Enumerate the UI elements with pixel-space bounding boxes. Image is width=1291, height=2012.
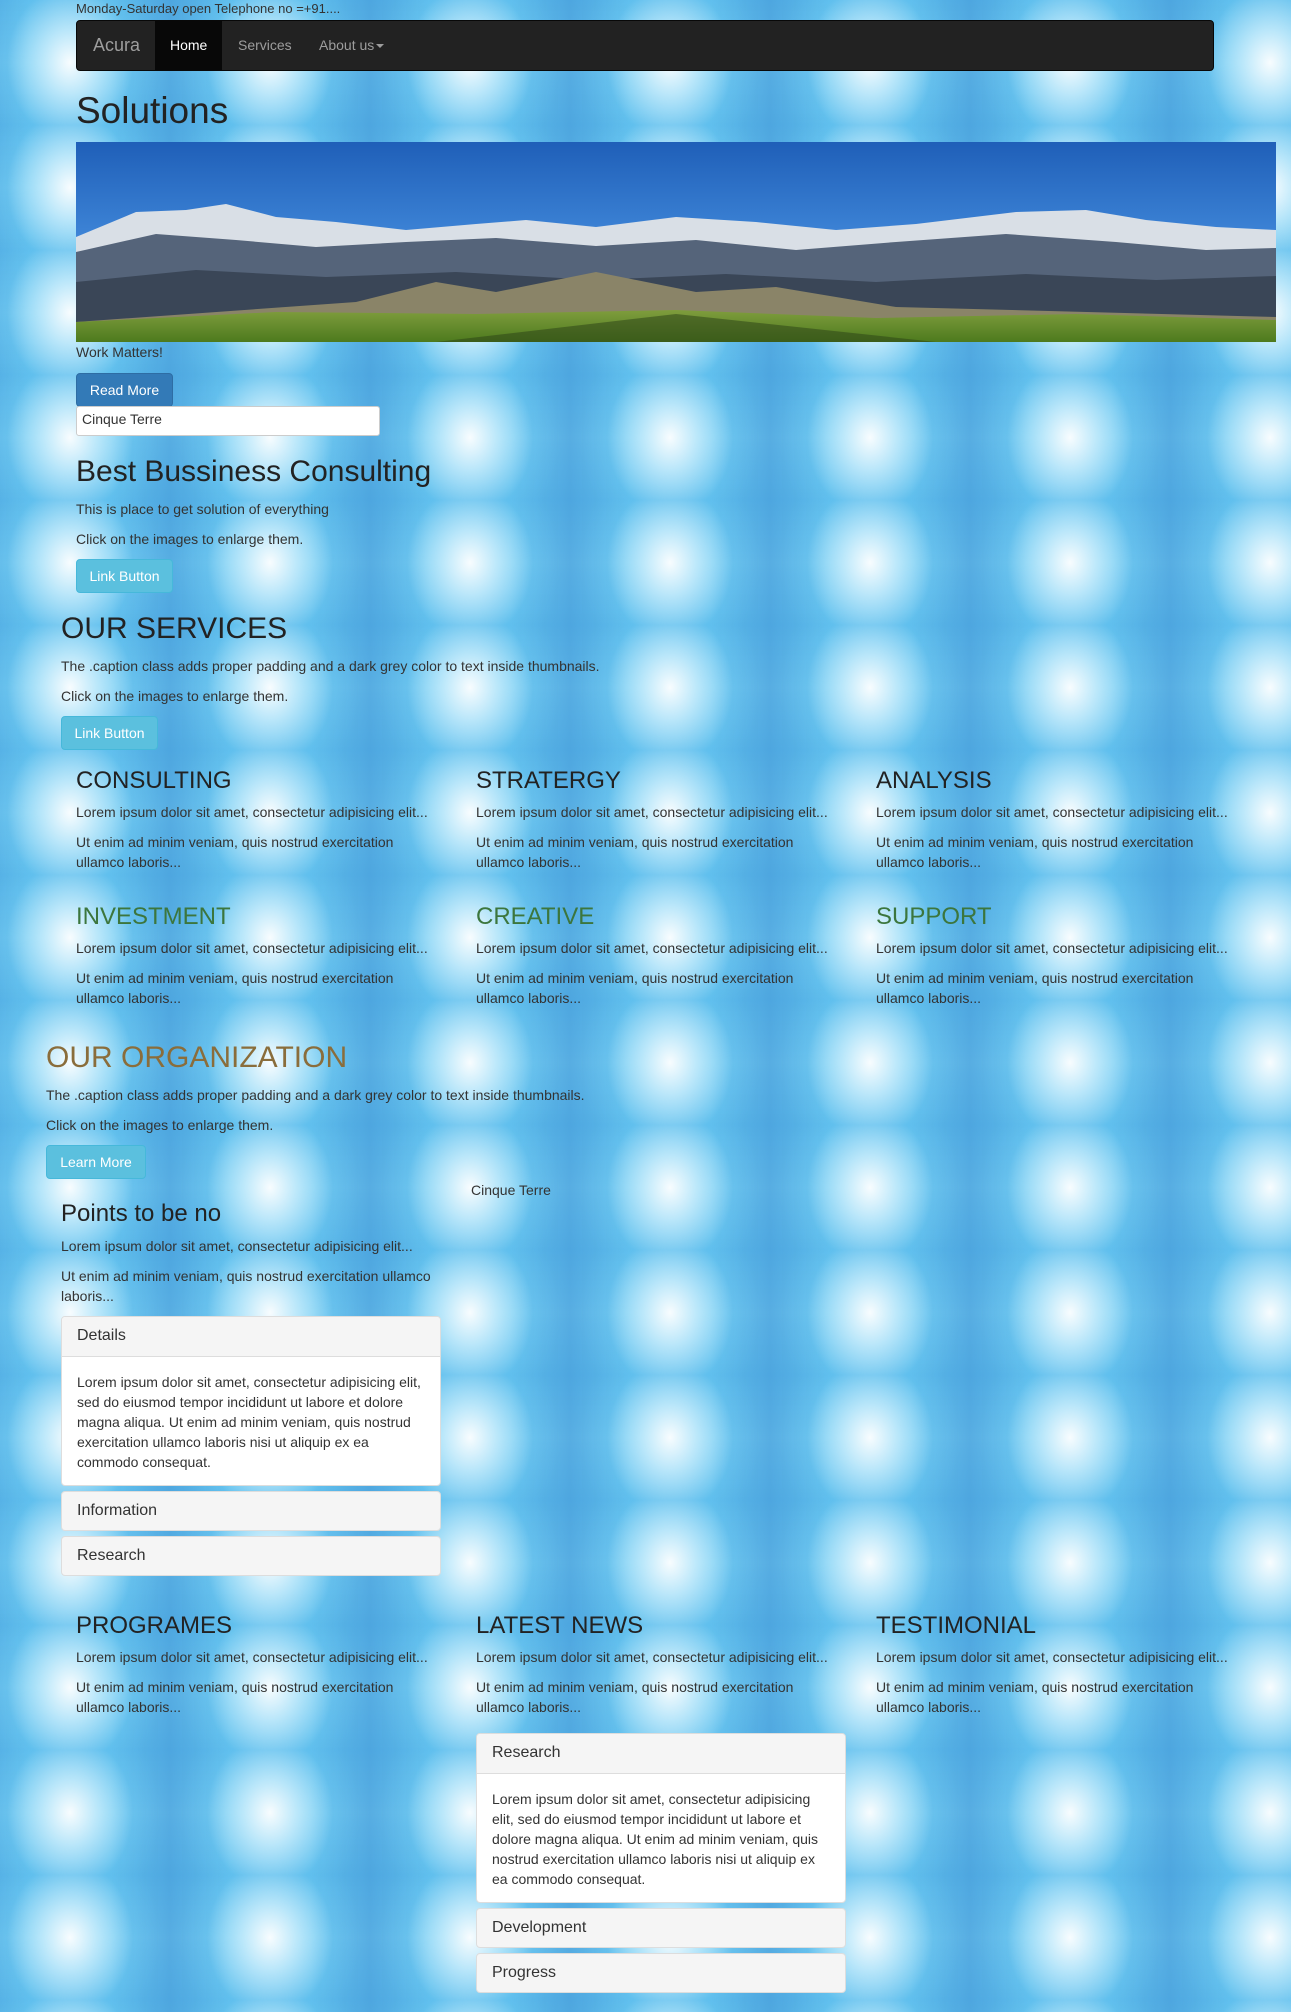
service-text-2a: Ut enim ad minim veniam, quis nostrud ex… [76, 970, 394, 986]
service-text-2b: ullamco laboris... [476, 854, 582, 870]
service-title: STRATERGY [476, 767, 621, 794]
column-text-2b: ullamco laboris... [76, 1699, 182, 1715]
accordion-header-development[interactable]: Development [476, 1908, 846, 1948]
organization-text-2: Click on the images to enlarge them. [46, 1117, 274, 1133]
service-title: INVESTMENT [76, 903, 231, 930]
accordion-header-details[interactable]: Details [62, 1317, 440, 1357]
organization-text-1: The .caption class adds proper padding a… [46, 1087, 585, 1103]
service-text-2b: ullamco laboris... [876, 854, 982, 870]
accordion-body-details: Lorem ipsum dolor sit amet, consectetur … [77, 1374, 421, 1470]
service-text-1: Lorem ipsum dolor sit amet, consectetur … [876, 940, 1228, 956]
service-text-2b: ullamco laboris... [76, 854, 182, 870]
service-card-support: SUPPORT Lorem ipsum dolor sit amet, cons… [876, 903, 1261, 1008]
mountain-landscape-graphic [76, 142, 1276, 342]
services-text-2: Click on the images to enlarge them. [61, 688, 289, 704]
points-text-1: Lorem ipsum dolor sit amet, consectetur … [61, 1238, 413, 1254]
learn-more-button[interactable]: Learn More [46, 1145, 146, 1179]
column-title: TESTIMONIAL [876, 1612, 1037, 1639]
services-heading: OUR SERVICES [61, 612, 288, 645]
service-title: ANALYSIS [876, 767, 992, 794]
accordion-panel-details: Details Lorem ipsum dolor sit amet, cons… [61, 1316, 441, 1486]
service-card-analysis: ANALYSIS Lorem ipsum dolor sit amet, con… [876, 767, 1261, 872]
column-text-1: Lorem ipsum dolor sit amet, consectetur … [476, 1649, 828, 1665]
accordion-header-research[interactable]: Research [477, 1734, 845, 1774]
column-text-1: Lorem ipsum dolor sit amet, consectetur … [876, 1649, 1228, 1665]
caret-down-icon [376, 44, 385, 49]
mountain-banner-image [76, 142, 1276, 342]
organization-image-caption: Cinque Terre [471, 1182, 551, 1198]
column-title: PROGRAMES [76, 1612, 233, 1639]
navbar-brand[interactable]: Acura [93, 35, 140, 56]
service-text-2b: ullamco laboris... [76, 990, 182, 1006]
service-text-2a: Ut enim ad minim veniam, quis nostrud ex… [76, 834, 394, 850]
service-text-2b: ullamco laboris... [476, 990, 582, 1006]
service-text-1: Lorem ipsum dolor sit amet, consectetur … [876, 804, 1228, 820]
service-card-creative: CREATIVE Lorem ipsum dolor sit amet, con… [476, 903, 861, 1008]
service-text-1: Lorem ipsum dolor sit amet, consectetur … [476, 940, 828, 956]
accordion-body-research: Lorem ipsum dolor sit amet, consectetur … [492, 1791, 819, 1887]
nav-item-home[interactable]: Home [155, 21, 223, 70]
points-heading: Points to be no [61, 1200, 222, 1227]
accordion-header-research[interactable]: Research [61, 1536, 441, 1576]
service-card-consulting: CONSULTING Lorem ipsum dolor sit amet, c… [76, 767, 461, 872]
nav-item-services[interactable]: Services [223, 21, 307, 70]
accordion-header-progress[interactable]: Progress [476, 1953, 846, 1993]
column-text-1: Lorem ipsum dolor sit amet, consectetur … [76, 1649, 428, 1665]
accordion-panel-research: Research Lorem ipsum dolor sit amet, con… [476, 1733, 846, 1903]
accordion-header-information[interactable]: Information [61, 1491, 441, 1531]
organization-heading: OUR ORGANIZATION [46, 1041, 348, 1074]
services-text-1: The .caption class adds proper padding a… [61, 658, 600, 674]
consulting-text-1: This is place to get solution of everyth… [76, 501, 329, 517]
service-text-2a: Ut enim ad minim veniam, quis nostrud ex… [876, 970, 1194, 986]
nav-item-about-us[interactable]: About us [304, 21, 399, 70]
service-card-stratergy: STRATERGY Lorem ipsum dolor sit amet, co… [476, 767, 861, 872]
consulting-text-2: Click on the images to enlarge them. [76, 531, 304, 547]
service-text-2a: Ut enim ad minim veniam, quis nostrud ex… [876, 834, 1194, 850]
service-title: SUPPORT [876, 903, 992, 930]
consulting-link-button[interactable]: Link Button [76, 559, 173, 593]
service-title: CREATIVE [476, 903, 595, 930]
testimonial-column: TESTIMONIAL Lorem ipsum dolor sit amet, … [876, 1612, 1261, 1717]
navbar: Acura Home Services About us [76, 20, 1214, 71]
services-link-button[interactable]: Link Button [61, 716, 158, 750]
column-text-2b: ullamco laboris... [876, 1699, 982, 1715]
page-title: Solutions [76, 90, 229, 131]
nav-item-about-us-label: About us [319, 37, 375, 53]
column-text-2a: Ut enim ad minim veniam, quis nostrud ex… [76, 1679, 394, 1695]
points-text-2b: laboris... [61, 1288, 114, 1304]
service-text-1: Lorem ipsum dolor sit amet, consectetur … [76, 940, 428, 956]
service-text-2b: ullamco laboris... [876, 990, 982, 1006]
column-text-2a: Ut enim ad minim veniam, quis nostrud ex… [476, 1679, 794, 1695]
latest-news-column: LATEST NEWS Lorem ipsum dolor sit amet, … [476, 1612, 861, 1717]
column-text-2b: ullamco laboris... [476, 1699, 582, 1715]
consulting-heading: Best Bussiness Consulting [76, 455, 432, 488]
hero-text-input[interactable]: Cinque Terre [76, 406, 380, 436]
column-title: LATEST NEWS [476, 1612, 644, 1639]
service-title: CONSULTING [76, 767, 232, 794]
points-text-2a: Ut enim ad minim veniam, quis nostrud ex… [61, 1268, 431, 1284]
service-text-2a: Ut enim ad minim veniam, quis nostrud ex… [476, 834, 794, 850]
service-text-2a: Ut enim ad minim veniam, quis nostrud ex… [476, 970, 794, 986]
programes-column: PROGRAMES Lorem ipsum dolor sit amet, co… [76, 1612, 461, 1717]
read-more-button[interactable]: Read More [76, 373, 173, 407]
column-text-2a: Ut enim ad minim veniam, quis nostrud ex… [876, 1679, 1194, 1695]
service-card-investment: INVESTMENT Lorem ipsum dolor sit amet, c… [76, 903, 461, 1008]
service-text-1: Lorem ipsum dolor sit amet, consectetur … [76, 804, 428, 820]
service-text-1: Lorem ipsum dolor sit amet, consectetur … [476, 804, 828, 820]
topbar-hours-phone: Monday-Saturday open Telephone no =+91..… [76, 1, 341, 16]
hero-tagline: Work Matters! [76, 344, 163, 360]
